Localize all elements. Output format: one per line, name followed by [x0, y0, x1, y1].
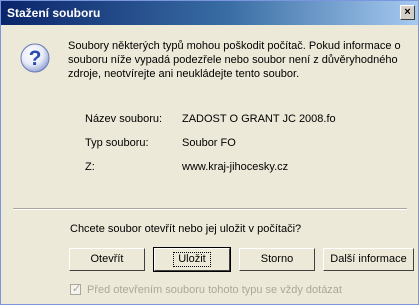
button-row: Otevřít Uložit Storno Další informace: [69, 247, 414, 272]
help-icon: ?: [20, 43, 50, 73]
save-button-label: Uložit: [173, 252, 211, 267]
window-title: Stažení souboru: [7, 6, 101, 20]
more-info-button-label: Další informace: [330, 253, 407, 265]
more-info-button[interactable]: Další informace: [323, 248, 414, 271]
checkmark-icon: ✓: [72, 283, 82, 295]
close-icon: ×: [404, 6, 411, 18]
file-name-row: Název souboru: ZADOST O GRANT JC 2008.fo: [85, 113, 405, 137]
file-type-value: Soubor FO: [182, 137, 236, 149]
question-text: Chcete soubor otevřít nebo jej uložit v …: [70, 223, 302, 235]
cancel-button[interactable]: Storno: [239, 248, 315, 271]
always-ask-label: Před otevřením souboru tohoto typu se vž…: [87, 284, 342, 296]
file-type-row: Typ souboru: Soubor FO: [85, 137, 405, 161]
separator: [13, 208, 407, 210]
file-info: Název souboru: ZADOST O GRANT JC 2008.fo…: [85, 113, 405, 185]
file-source-label: Z:: [85, 161, 95, 173]
file-name-label: Název souboru:: [85, 113, 163, 125]
always-ask-checkbox-row: ✓ Před otevřením souboru tohoto typu se …: [70, 283, 342, 296]
warning-message: Soubory některých typů mohou poškodit po…: [68, 40, 401, 80]
open-button-label: Otevřít: [90, 253, 124, 265]
close-button[interactable]: ×: [400, 5, 415, 20]
file-source-value: www.kraj-jihocesky.cz: [182, 161, 289, 173]
file-type-label: Typ souboru:: [85, 137, 149, 149]
file-name-value: ZADOST O GRANT JC 2008.fo: [182, 113, 336, 125]
download-dialog: Stažení souboru × ? Soubory některých ty…: [0, 0, 419, 305]
cancel-button-label: Storno: [260, 253, 294, 265]
save-button[interactable]: Uložit: [153, 247, 231, 272]
title-bar[interactable]: Stažení souboru ×: [1, 1, 418, 25]
open-button[interactable]: Otevřít: [69, 248, 145, 271]
svg-text:?: ?: [29, 47, 42, 70]
file-source-row: Z: www.kraj-jihocesky.cz: [85, 161, 405, 185]
always-ask-checkbox: ✓: [70, 283, 82, 295]
